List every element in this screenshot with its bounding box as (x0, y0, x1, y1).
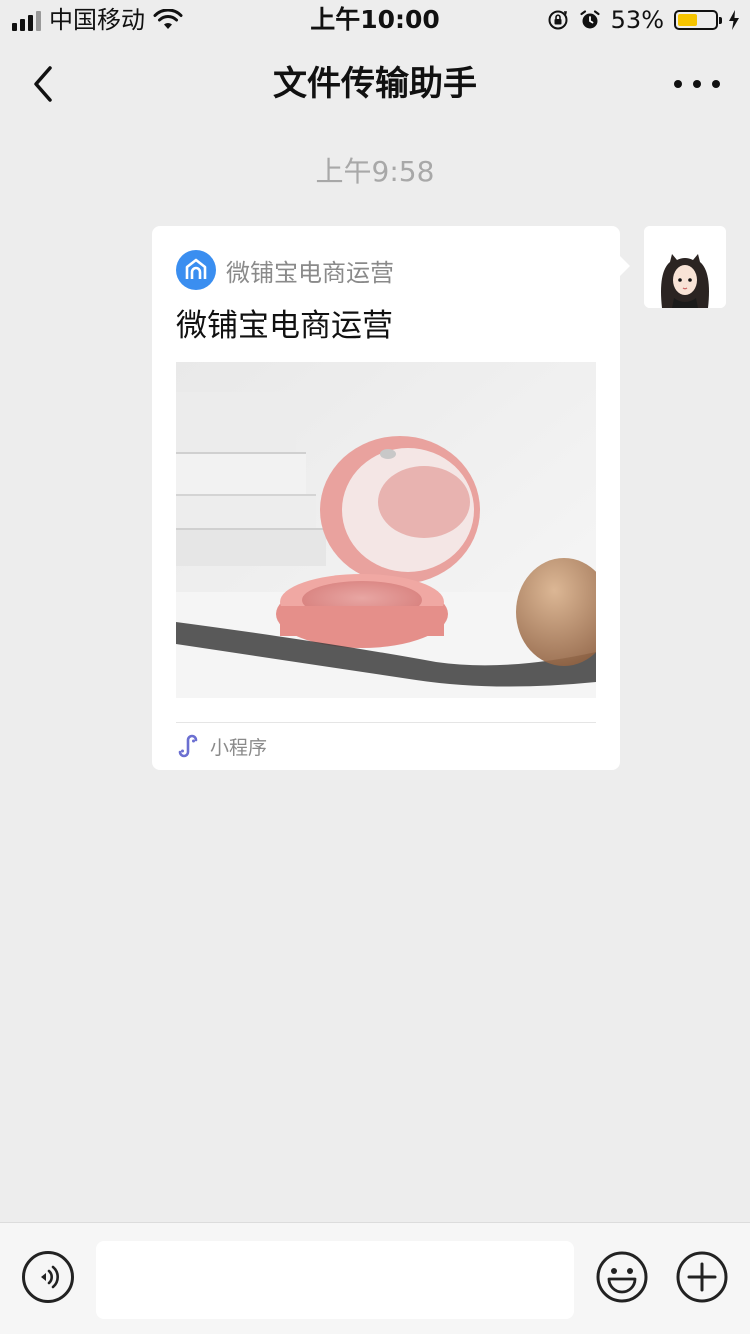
input-bar (0, 1222, 750, 1334)
orientation-lock-icon (548, 10, 568, 30)
nav-bar: 文件传输助手 (0, 40, 750, 128)
battery-fill (678, 14, 698, 26)
product-image (176, 362, 596, 698)
page-title: 文件传输助手 (273, 64, 477, 104)
more-dots-icon[interactable] (674, 72, 720, 96)
alarm-icon (580, 10, 600, 29)
avatar-image (644, 226, 726, 308)
plus-button[interactable] (676, 1251, 728, 1303)
charging-icon (729, 10, 739, 30)
mini-program-header: 微铺宝电商运营 (176, 250, 394, 290)
status-bar: 中国移动 上午10:00 53% (0, 0, 750, 40)
message-timestamp: 上午9:58 (315, 155, 435, 188)
card-divider (176, 722, 596, 723)
mini-program-link-icon (178, 734, 198, 758)
voice-button[interactable] (22, 1251, 74, 1303)
avatar[interactable] (644, 226, 726, 308)
mini-program-card[interactable]: 微铺宝电商运营 微铺宝电商运营 小程序 (152, 226, 630, 770)
card-footer: 小程序 (176, 732, 267, 760)
card-title: 微铺宝电商运营 (176, 308, 393, 344)
emoji-button[interactable] (596, 1251, 648, 1303)
mini-program-logo-icon (176, 250, 216, 290)
battery-icon (674, 10, 722, 30)
message-input[interactable] (96, 1241, 574, 1319)
status-bar-right: 53% (547, 6, 740, 34)
mini-program-name: 微铺宝电商运营 (226, 258, 394, 287)
mini-program-label: 小程序 (210, 736, 268, 759)
battery-percent: 53% (610, 6, 664, 34)
voice-icon (41, 1265, 59, 1289)
